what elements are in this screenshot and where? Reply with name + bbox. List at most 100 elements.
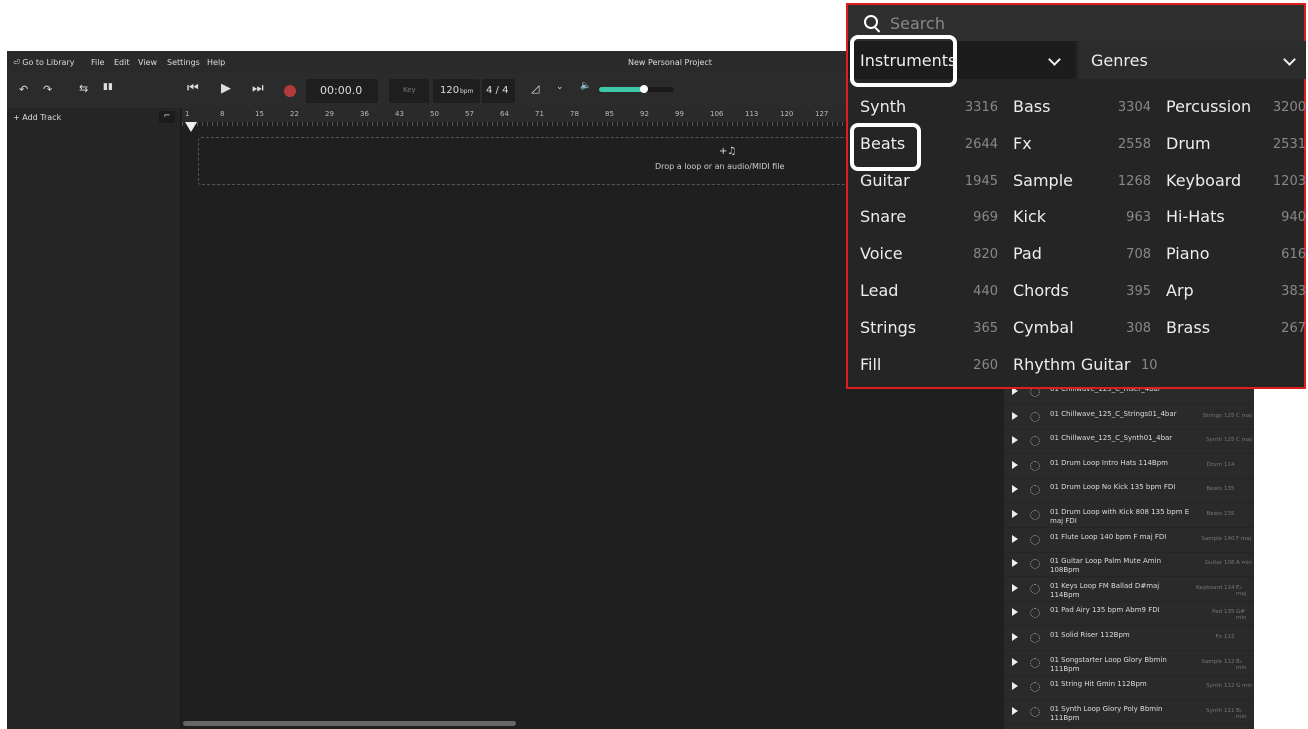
time-signature-value: 4 / 4	[486, 85, 509, 96]
instrument-option[interactable]: Rhythm Guitar 10	[1013, 355, 1158, 385]
menu-file[interactable]: File	[91, 58, 104, 67]
instrument-option[interactable]: Strings 365	[860, 318, 1000, 348]
loop-category: Fx	[1215, 634, 1222, 640]
play-icon[interactable]	[1012, 534, 1018, 543]
instrument-option[interactable]: Arp 383	[1166, 281, 1306, 311]
play-icon[interactable]	[1012, 485, 1018, 494]
instrument-option[interactable]: Snare 969	[860, 207, 1000, 237]
play-icon[interactable]	[1012, 436, 1018, 445]
menu-help[interactable]: Help	[207, 58, 225, 67]
chevron-down-icon[interactable]: ⌄	[556, 82, 564, 92]
loop-row[interactable]: 01 Drum Loop No Kick 135 bpm FDI Beats 135	[1004, 478, 1254, 504]
skip-back-icon[interactable]: ⏮	[187, 81, 199, 96]
instrument-option[interactable]: Chords 395	[1013, 281, 1153, 311]
loop-name: 01 Drum Loop with Kick 808 135 bpm E maj…	[1050, 508, 1190, 525]
loop-list: 01 Chillwave_125_C_Riser_4bar 01 Chillwav…	[1004, 380, 1254, 729]
loop-row[interactable]: 01 Drum Loop with Kick 808 135 bpm E maj…	[1004, 503, 1254, 528]
ruler-label: 29	[325, 110, 334, 118]
instrument-option[interactable]: Guitar 1945	[860, 171, 1000, 201]
loop-row[interactable]: 01 Keys Loop FM Ballad D#maj 114Bpm Keybo…	[1004, 577, 1254, 602]
playhead[interactable]	[185, 122, 197, 132]
play-icon[interactable]	[1012, 657, 1018, 666]
loading-icon	[1030, 657, 1040, 668]
instrument-name: Synth	[860, 97, 907, 116]
instrument-option[interactable]: Fill 260	[860, 355, 1000, 385]
drop-zone-text: Drop a loop or an audio/MIDI file	[655, 162, 785, 171]
menu-view[interactable]: View	[138, 58, 157, 67]
play-icon[interactable]	[1012, 608, 1018, 617]
play-icon[interactable]	[1012, 460, 1018, 469]
play-icon[interactable]	[1012, 583, 1018, 592]
instrument-option[interactable]: Lead 440	[860, 281, 1000, 311]
volume-knob[interactable]	[640, 85, 648, 93]
ruler-label: 127	[815, 110, 829, 118]
menu-settings[interactable]: Settings	[167, 58, 200, 67]
loop-icon[interactable]: ⇆	[79, 82, 88, 95]
loop-category: Drum	[1206, 461, 1222, 468]
play-icon[interactable]	[1012, 559, 1018, 568]
play-icon[interactable]	[1012, 706, 1018, 715]
instrument-name: Sample	[1013, 170, 1073, 190]
loading-icon	[1030, 682, 1040, 693]
track-sidebar: + Add Track ⌐	[7, 108, 181, 729]
time-signature-field[interactable]: 4 / 4	[482, 79, 515, 103]
instrument-option[interactable]: Piano 616	[1166, 244, 1306, 274]
instrument-option[interactable]: Percussion 3200	[1166, 97, 1306, 127]
ruler-label: 106	[710, 110, 724, 118]
instrument-option[interactable]: Kick 963	[1013, 207, 1153, 237]
genres-dropdown[interactable]: Genres	[1079, 41, 1306, 79]
undo-icon[interactable]: ↶	[19, 83, 28, 96]
go-to-library-link[interactable]: ⏎ Go to Library	[13, 58, 74, 67]
loop-row[interactable]: 01 Drum Loop Intro Hats 114Bpm Drum 114	[1004, 454, 1254, 479]
instrument-option[interactable]: Fx 2558	[1013, 134, 1153, 164]
loop-row[interactable]: 01 Pad Airy 135 bpm Abm9 FDI Pad 135 G# min	[1004, 601, 1254, 627]
split-icon[interactable]: ▮▮	[103, 82, 113, 92]
instrument-option[interactable]: Cymbal 308	[1013, 318, 1153, 348]
loop-row[interactable]: 01 Guitar Loop Palm Mute Amin 108Bpm Guit…	[1004, 552, 1254, 578]
loop-row[interactable]: 01 Chillwave_125_C_Strings01_4bar Strings…	[1004, 405, 1254, 430]
automation-icon[interactable]: ⌐	[159, 111, 175, 123]
volume-fill	[599, 87, 644, 92]
ruler-label: 113	[745, 110, 759, 118]
instrument-option[interactable]: Keyboard 1203	[1166, 171, 1306, 201]
play-icon[interactable]	[1012, 510, 1018, 518]
tempo-field[interactable]: 120 bpm	[433, 79, 480, 103]
volume-slider[interactable]	[599, 85, 674, 93]
redo-icon[interactable]: ↷	[43, 83, 52, 96]
ruler-label: 71	[535, 110, 544, 118]
instrument-count: 940	[1281, 210, 1306, 226]
menu-edit[interactable]: Edit	[114, 58, 130, 67]
loop-row[interactable]: 01 Flute Loop 140 bpm F maj FDI Sample 140…	[1004, 528, 1254, 553]
instrument-option[interactable]: Sample 1268	[1013, 171, 1153, 201]
search-input[interactable]: Search	[890, 14, 945, 33]
skip-forward-icon[interactable]: ⏭	[252, 81, 264, 96]
key-selector[interactable]: Key	[389, 79, 429, 103]
loop-row[interactable]: 01 Chillwave_125_C_Synth01_4bar Synth 125 C…	[1004, 429, 1254, 455]
play-icon[interactable]: ▶	[221, 81, 231, 96]
add-music-icon: +♫	[719, 146, 737, 157]
instrument-option[interactable]: Bass 3304	[1013, 97, 1153, 127]
instrument-option[interactable]: Brass 267	[1166, 318, 1306, 348]
loop-row[interactable]: 01 Synth Loop Glory Poly Bbmin 111Bpm Syn…	[1004, 700, 1254, 725]
horizontal-scrollbar[interactable]	[183, 721, 516, 726]
instrument-option[interactable]: Voice 820	[860, 244, 1000, 274]
play-icon[interactable]	[1012, 682, 1018, 691]
add-track-button[interactable]: + Add Track	[13, 113, 61, 122]
loop-row[interactable]: 01 Songstarter Loop Glory Bbmin 111Bpm Sa…	[1004, 651, 1254, 676]
instrument-option[interactable]: Pad 708	[1013, 244, 1153, 274]
instrument-name: Voice	[860, 244, 903, 264]
instrument-name: Percussion	[1166, 97, 1252, 116]
loop-row[interactable]: 01 Solid Riser 112Bpm Fx 112	[1004, 626, 1254, 651]
play-icon[interactable]	[1012, 633, 1018, 641]
volume-icon: 🔈	[580, 81, 592, 91]
loop-category: Strings	[1202, 412, 1222, 419]
loop-row[interactable]: 01 String Hit Gmin 112Bpm Synth 112 G min	[1004, 675, 1254, 701]
record-button[interactable]	[284, 85, 296, 97]
metronome-icon[interactable]: ◿	[531, 82, 539, 95]
instrument-name: Piano	[1166, 244, 1210, 264]
drop-zone[interactable]: +♫ Drop a loop or an audio/MIDI file	[198, 137, 860, 185]
instrument-option[interactable]: Drum 2531	[1166, 134, 1306, 164]
instrument-option[interactable]: Hi-Hats 940	[1166, 207, 1306, 237]
play-icon[interactable]	[1012, 411, 1018, 420]
instrument-count: 820	[973, 247, 998, 263]
